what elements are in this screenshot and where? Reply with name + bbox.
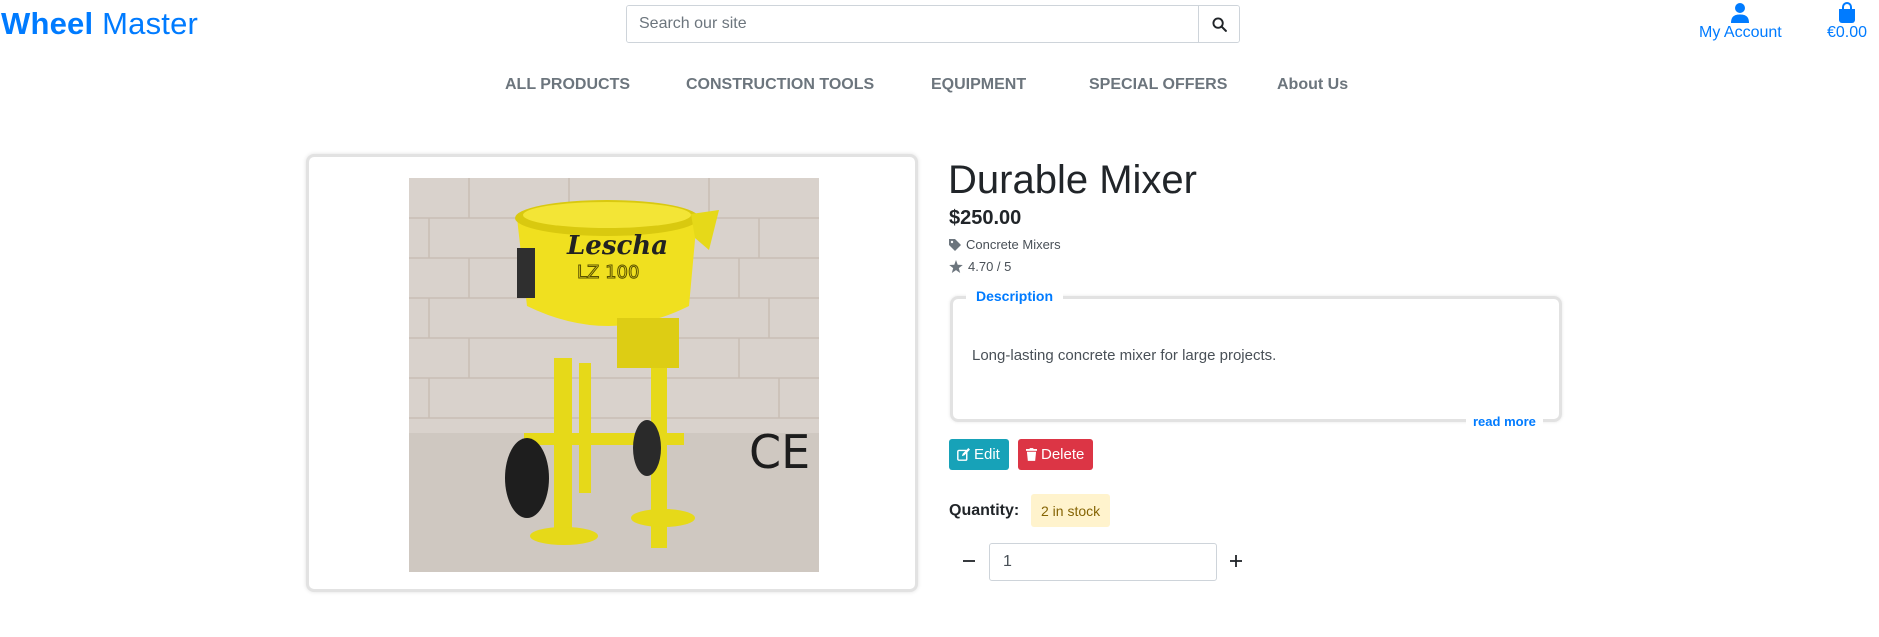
image-model-text: LZ 100 [577,262,639,283]
search-icon [1211,16,1227,32]
cart-link[interactable]: €0.00 [1827,2,1867,42]
tag-icon [949,238,961,251]
my-account-label: My Account [1699,24,1782,41]
brand-name-part2: Master [102,6,199,41]
product-category[interactable]: Concrete Mixers [949,237,1061,252]
description-legend: Description [966,288,1064,304]
main-nav: ALL PRODUCTS CONSTRUCTION TOOLS EQUIPMEN… [0,76,1879,96]
my-account-link[interactable]: My Account [1699,2,1782,42]
nav-item-construction-tools[interactable]: CONSTRUCTION TOOLS [686,76,874,94]
trash-icon [1026,448,1037,461]
read-more-link[interactable]: read more [1466,414,1543,429]
quantity-label: Quantity: [949,502,1020,519]
brand-logo[interactable]: Wheel Master [1,6,198,42]
edit-button-label: Edit [974,446,1000,463]
cart-total: €0.00 [1827,24,1868,41]
nav-item-about-us[interactable]: About Us [1277,76,1348,94]
delete-button-label: Delete [1041,446,1085,463]
search-input[interactable] [627,6,1198,42]
image-ce-mark: CE [749,425,810,479]
nav-item-special-offers[interactable]: SPECIAL OFFERS [1089,76,1227,94]
quantity-increment-button[interactable] [1222,545,1250,577]
nav-item-all-products[interactable]: ALL PRODUCTS [505,76,630,94]
search-bar [626,5,1240,43]
plus-icon [1230,555,1242,567]
description-text: Long-lasting concrete mixer for large pr… [972,347,1277,364]
image-brand-text: Lescha [566,231,668,261]
user-icon [1731,3,1750,23]
product-title: Durable Mixer [948,158,1197,202]
product-image[interactable]: Lescha LZ 100 CE [409,178,819,572]
quantity-input[interactable] [989,543,1217,581]
minus-icon [963,560,975,562]
edit-icon [957,448,970,461]
product-rating-value: 4.70 / 5 [968,259,1012,274]
search-button[interactable] [1198,6,1239,42]
product-category-label: Concrete Mixers [966,237,1061,252]
quantity-decrement-button[interactable] [955,545,983,577]
product-price: $250.00 [949,207,1022,229]
brand-name-part1: Wheel [1,6,94,41]
delete-button[interactable]: Delete [1018,439,1093,470]
star-icon [949,260,963,273]
product-rating: 4.70 / 5 [949,259,1011,274]
nav-item-equipment[interactable]: EQUIPMENT [931,76,1026,94]
edit-button[interactable]: Edit [949,439,1009,470]
stock-badge: 2 in stock [1031,494,1111,527]
shopping-bag-icon [1839,2,1856,23]
product-image-card: Lescha LZ 100 CE [306,154,918,592]
